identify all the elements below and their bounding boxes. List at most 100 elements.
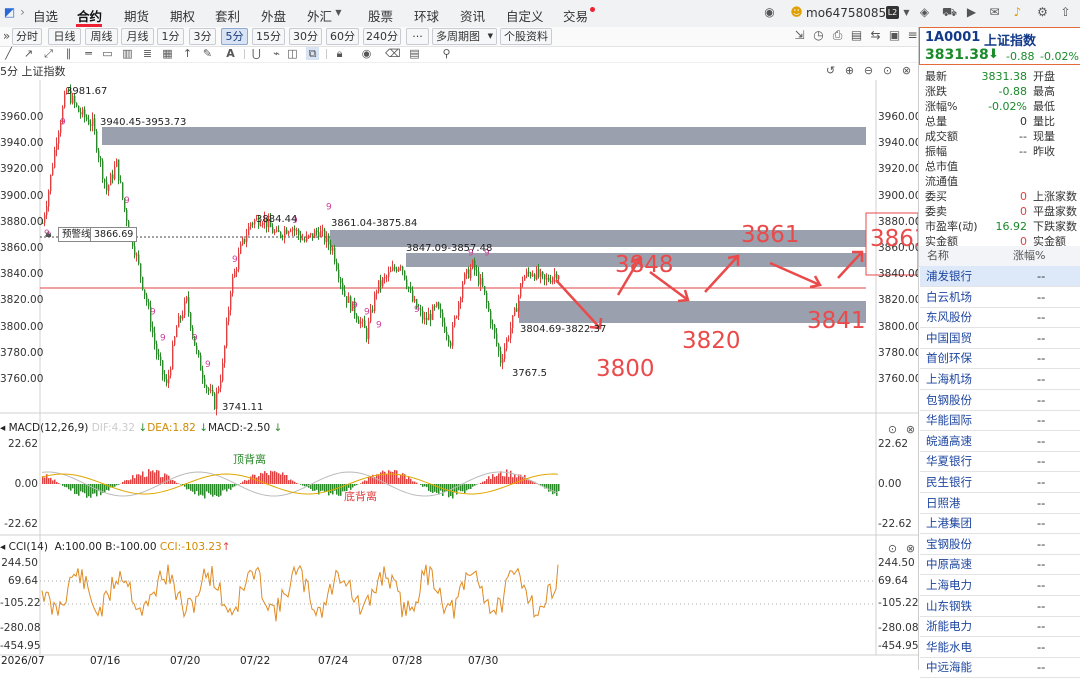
text-tool-icon[interactable]: A	[224, 47, 237, 60]
close-icon[interactable]: ⊗	[900, 64, 913, 77]
ray-tool-icon[interactable]: ↗	[22, 47, 35, 60]
copy-tool-icon[interactable]: ⧉	[306, 47, 319, 60]
zoom-in-icon[interactable]: ⊕	[843, 64, 856, 77]
chart-canvas[interactable]: 9999999999999999	[0, 80, 918, 670]
settings-icon[interactable]: ⊙	[881, 64, 894, 77]
cart-icon[interactable]: ⛟	[942, 6, 955, 19]
menu-waipan[interactable]: 外盘	[261, 6, 286, 25]
switch-icon[interactable]: ⇆	[869, 29, 882, 42]
menu-qihuo[interactable]: 期货	[124, 6, 149, 25]
ruler-icon[interactable]: ⚲	[440, 47, 453, 60]
stock-list-item[interactable]: 宝钢股份--	[920, 534, 1080, 555]
alarm-icon[interactable]: ◷	[812, 29, 825, 42]
lock-icon[interactable]: 🔒︎	[42, 227, 55, 240]
segment-tool-icon[interactable]: ⤢	[42, 47, 55, 60]
stock-list-item[interactable]: 白云机场--	[920, 287, 1080, 308]
period-1min[interactable]: 1分	[157, 28, 184, 45]
stock-list-item[interactable]: 浦发银行--	[920, 266, 1080, 287]
mail-icon[interactable]: ✉	[988, 6, 1001, 19]
stock-list-item[interactable]: 中原高速--	[920, 554, 1080, 575]
fib-tool-icon[interactable]: ≣	[141, 47, 154, 60]
period-weekly[interactable]: 周线	[85, 28, 118, 45]
eye-icon[interactable]: ◉	[360, 47, 373, 60]
stock-list-item[interactable]: 皖通高速--	[920, 431, 1080, 452]
settings-icon[interactable]: ⚙	[1036, 6, 1049, 19]
close-icon[interactable]: ⊗	[904, 423, 917, 436]
period-60min[interactable]: 60分	[326, 28, 359, 45]
period-fenshi[interactable]: 分时	[12, 28, 42, 45]
stock-list-item[interactable]: 包钢股份--	[920, 390, 1080, 411]
rect-tool-icon[interactable]: ▭	[101, 47, 114, 60]
stock-list-item[interactable]: 日照港--	[920, 493, 1080, 514]
period-daily[interactable]: 日线	[48, 28, 81, 45]
stock-info-button[interactable]: 个股资料	[500, 28, 552, 45]
undo-icon[interactable]: ↺	[824, 64, 837, 77]
trash-icon[interactable]: ⌫	[385, 47, 398, 60]
stock-list-item[interactable]: 华夏银行--	[920, 451, 1080, 472]
alert-value-tag[interactable]: 3866.69	[90, 227, 137, 242]
brush-tool-icon[interactable]: ⌁	[270, 47, 283, 60]
magnet-icon[interactable]: ⋃	[250, 47, 263, 60]
stock-list-item[interactable]: 华能水电--	[920, 637, 1080, 658]
menu-waihui[interactable]: 外汇	[307, 6, 332, 25]
menu-zidingyi[interactable]: 自定义	[506, 6, 544, 25]
period-15min[interactable]: 15分	[252, 28, 285, 45]
chart-type-icon[interactable]: ▤	[408, 47, 421, 60]
bell-icon[interactable]: ♪	[1011, 6, 1024, 19]
stock-list-item[interactable]: 中国国贸--	[920, 328, 1080, 349]
stock-list-item[interactable]: 上海电力--	[920, 575, 1080, 596]
menu-jiaoyi[interactable]: 交易	[563, 6, 588, 25]
settings-icon[interactable]: ⊙	[886, 423, 899, 436]
list-header-pct[interactable]: 涨幅%	[1013, 246, 1045, 266]
stock-list-item[interactable]: 东风股份--	[920, 307, 1080, 328]
account-name[interactable]: mo647580858	[806, 6, 894, 20]
menu-zixuan[interactable]: 自选	[33, 6, 58, 25]
stock-list-item[interactable]: 华能国际--	[920, 410, 1080, 431]
parallel-tool-icon[interactable]: ∥	[62, 47, 75, 60]
menu-chevron-icon[interactable]: ›	[16, 6, 29, 19]
stock-list-item[interactable]: 民生银行--	[920, 472, 1080, 493]
video-icon[interactable]: ▶	[965, 6, 978, 19]
magnet-active-icon[interactable]: ◫	[286, 47, 299, 60]
period-5min[interactable]: 5分	[221, 28, 248, 45]
fullscreen-icon[interactable]: ⇲	[793, 29, 806, 42]
line-tool-icon[interactable]: ╱	[2, 47, 15, 60]
layout-icon[interactable]: ▤	[850, 29, 863, 42]
toggle-icon[interactable]: ◂	[0, 422, 5, 434]
stock-list-item[interactable]: 浙能电力--	[920, 616, 1080, 637]
multi-period-button[interactable]: 多周期图▼	[432, 28, 497, 45]
stock-list-item[interactable]: 山东钢铁--	[920, 596, 1080, 617]
menu-heyue[interactable]: 合约	[77, 6, 102, 25]
grid-tool-icon[interactable]: ▦	[161, 47, 174, 60]
list-header-name[interactable]: 名称	[927, 246, 949, 266]
print-icon[interactable]: ⎙	[831, 29, 844, 42]
zoom-out-icon[interactable]: ⊖	[862, 64, 875, 77]
menu-taoli[interactable]: 套利	[215, 6, 240, 25]
settings-icon[interactable]: ⊙	[886, 542, 899, 555]
stock-list-item[interactable]: 上港集团--	[920, 513, 1080, 534]
period-240min[interactable]: 240分	[363, 28, 401, 45]
account-caret-icon[interactable]: ▼	[900, 6, 913, 19]
stock-list-item[interactable]: 上海机场--	[920, 369, 1080, 390]
horizontal-tool-icon[interactable]: ═	[82, 47, 95, 60]
more-periods-button[interactable]: ···	[406, 28, 429, 45]
layers-icon[interactable]: ◈	[918, 6, 931, 19]
avatar-icon[interactable]: ☻	[790, 6, 803, 19]
menu-gupiao[interactable]: 股票	[368, 6, 393, 25]
close-icon[interactable]: ⊗	[904, 542, 917, 555]
period-3min[interactable]: 3分	[189, 28, 216, 45]
menu-huanqiu[interactable]: 环球	[414, 6, 439, 25]
window-icon[interactable]: ▣	[888, 29, 901, 42]
stock-list-item[interactable]: 中远海能--	[920, 657, 1080, 678]
stock-list-item[interactable]: 首创环保--	[920, 348, 1080, 369]
channel-tool-icon[interactable]: ▥	[121, 47, 134, 60]
menu-zixun[interactable]: 资讯	[460, 6, 485, 25]
period-monthly[interactable]: 月线	[121, 28, 154, 45]
period-30min[interactable]: 30分	[289, 28, 322, 45]
robot-icon[interactable]: ◉	[763, 6, 776, 19]
menu-qiquan[interactable]: 期权	[170, 6, 195, 25]
arrow-tool-icon[interactable]: ↑	[181, 47, 194, 60]
collapse-icon[interactable]: ⇧	[1059, 6, 1072, 19]
toggle-icon[interactable]: ◂	[0, 541, 5, 553]
lock-tool-icon[interactable]: 🔒︎	[333, 47, 346, 60]
